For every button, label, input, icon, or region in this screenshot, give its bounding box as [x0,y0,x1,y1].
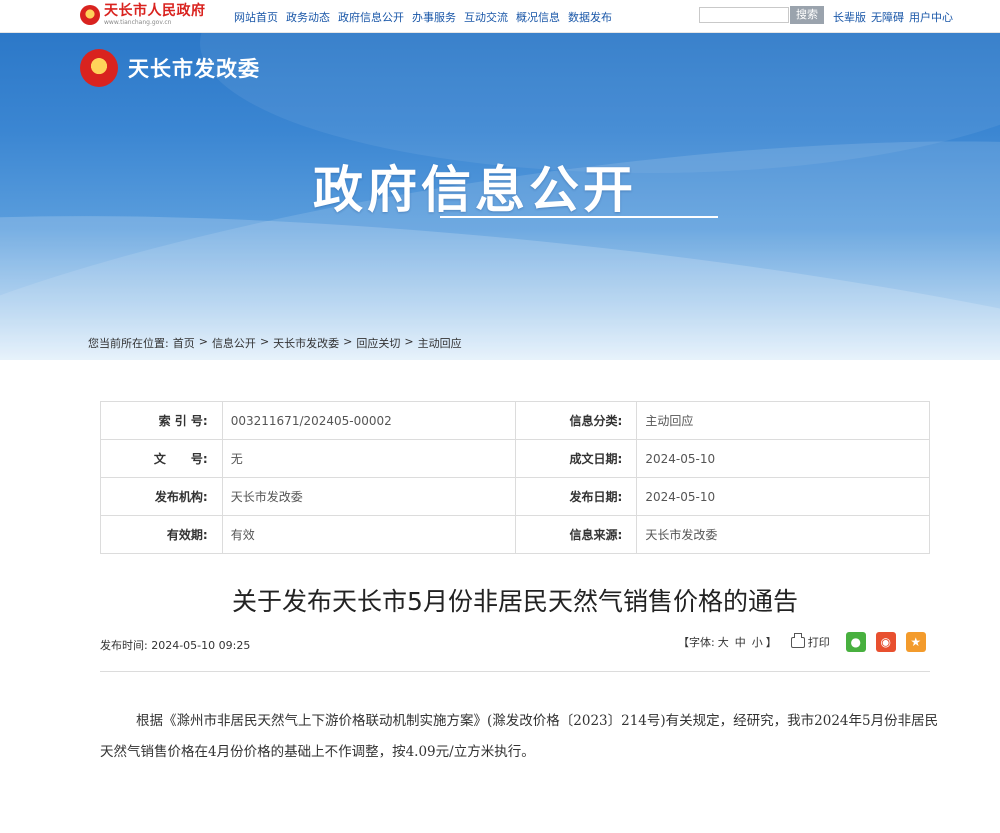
dept-header: 天长市发改委 [80,49,260,87]
nav-services[interactable]: 办事服务 [412,9,456,25]
breadcrumb-separator: > [343,335,353,348]
site-logo-title: 天长市人民政府 [104,3,206,19]
article-body: 根据《滁州市非居民天然气上下游价格联动机制实施方案》(滁发改价格〔2023〕21… [100,713,939,760]
article-title: 关于发布天长市5月份非居民天然气销售价格的通告 [232,587,798,616]
search-input[interactable] [699,7,789,23]
top-right-links: 长辈版 无障碍 用户中心 [833,9,953,25]
dept-name: 天长市发改委 [128,57,260,81]
print-button[interactable]: 打印 [808,634,830,650]
publish-date-value: 2024-05-10 [636,477,930,516]
info-source-value: 天长市发改委 [636,515,930,554]
wechat-share-icon[interactable]: ● [845,632,866,652]
breadcrumb-home[interactable]: 首页 [173,335,195,351]
content-panel: 索 引 号: 003211671/202405-00002 信息分类: 主动回应… [80,360,950,833]
top-bar: 天长市人民政府 www.tianchang.gov.cn 网站首页 政务动态 政… [0,0,1000,33]
banner-title: 政府信息公开 [313,161,637,219]
nav-home[interactable]: 网站首页 [234,9,278,25]
written-date-value: 2024-05-10 [636,439,930,478]
written-date-label: 成文日期: [514,439,638,478]
article-tools: 【字体: 大 中 小 】 打印 ● ◉ ★ [678,632,926,652]
emblem-icon [80,5,100,25]
breadcrumb-info-public[interactable]: 信息公开 [212,335,256,351]
nav-gov-info[interactable]: 政府信息公开 [338,9,404,25]
breadcrumb: 您当前所在位置: 首页 > 信息公开 > 天长市发改委 > 回应关切 > 主动回… [88,335,462,351]
elder-mode-link[interactable]: 长辈版 [833,9,866,25]
breadcrumb-separator: > [404,335,414,348]
nav-overview[interactable]: 概况信息 [516,9,560,25]
table-row: 有效期: 有效 信息来源: 天长市发改委 [100,515,930,554]
publish-time-label: 发布时间: [100,639,148,652]
publish-time: 发布时间: 2024-05-10 09:25 [100,637,250,653]
national-emblem-icon [80,49,118,87]
font-size-label: 【字体: [678,636,715,649]
font-size-small[interactable]: 小 [752,634,763,650]
font-size-medium[interactable]: 中 [735,634,746,650]
breadcrumb-prefix: 您当前所在位置: [88,337,169,350]
doc-no-label: 文 号: [100,439,223,478]
info-category-value: 主动回应 [636,401,930,440]
validity-value: 有效 [221,515,516,554]
publisher-label: 发布机构: [100,477,223,516]
nav-interaction[interactable]: 互动交流 [464,9,508,25]
info-source-label: 信息来源: [514,515,638,554]
publish-time-value: 2024-05-10 09:25 [151,639,251,652]
banner: 天长市发改委 政府信息公开 您当前所在位置: 首页 > 信息公开 > 天长市发改… [0,33,1000,360]
breadcrumb-concerns[interactable]: 回应关切 [356,335,400,351]
site-logo[interactable]: 天长市人民政府 www.tianchang.gov.cn [80,4,206,28]
title-divider [100,671,930,672]
validity-label: 有效期: [100,515,223,554]
table-row: 索 引 号: 003211671/202405-00002 信息分类: 主动回应 [100,401,930,440]
index-no-label: 索 引 号: [100,401,223,440]
banner-underline [440,216,718,218]
info-table: 索 引 号: 003211671/202405-00002 信息分类: 主动回应… [100,401,930,554]
breadcrumb-separator: > [259,335,270,348]
publisher-value: 天长市发改委 [221,477,516,516]
publish-date-label: 发布日期: [514,477,638,516]
site-logo-url: www.tianchang.gov.cn [104,19,172,26]
info-category-label: 信息分类: [514,401,638,440]
font-size-large[interactable]: 大 [718,634,729,650]
favorite-star-icon[interactable]: ★ [905,632,926,652]
search-button[interactable]: 搜索 [790,6,824,24]
index-no-value: 003211671/202405-00002 [221,401,516,440]
breadcrumb-separator: > [198,335,208,348]
main-nav: 网站首页 政务动态 政府信息公开 办事服务 互动交流 概况信息 数据发布 [234,9,612,25]
breadcrumb-active-response[interactable]: 主动回应 [418,335,462,351]
accessibility-link[interactable]: 无障碍 [871,9,904,25]
nav-data[interactable]: 数据发布 [568,9,612,25]
user-center-link[interactable]: 用户中心 [909,9,953,25]
weibo-share-icon[interactable]: ◉ [875,632,896,652]
table-row: 发布机构: 天长市发改委 发布日期: 2024-05-10 [100,477,930,516]
printer-icon[interactable] [790,632,805,648]
font-size-end: 】 [765,636,777,649]
breadcrumb-dept[interactable]: 天长市发改委 [273,335,339,351]
nav-news[interactable]: 政务动态 [286,9,330,25]
doc-no-value: 无 [221,439,516,478]
table-row: 文 号: 无 成文日期: 2024-05-10 [100,439,930,478]
